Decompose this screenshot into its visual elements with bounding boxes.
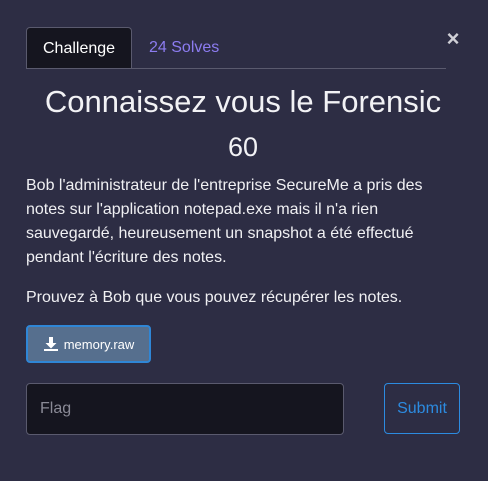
flag-input[interactable] [26,383,344,435]
challenge-description-2: Prouvez à Bob que vous pouvez récupérer … [26,289,403,306]
challenge-description: Bob l'administrateur de l'entreprise Sec… [26,177,423,266]
close-icon[interactable]: × [444,28,462,50]
file-name: memory.raw [63,336,135,352]
tab-challenge[interactable]: Challenge [26,27,132,68]
challenge-title: Connaissez vous le Forensic [44,84,442,119]
submit-button[interactable]: Submit [384,383,460,434]
tab-solves[interactable]: 24 Solves [133,27,235,68]
challenge-value: 60 [227,132,259,162]
download-icon [43,336,59,352]
challenge-tabs: Challenge 24 Solves [26,27,446,69]
challenge-modal: × Challenge 24 Solves Connaissez vous le… [0,0,488,481]
file-download-button[interactable]: memory.raw [26,325,151,363]
